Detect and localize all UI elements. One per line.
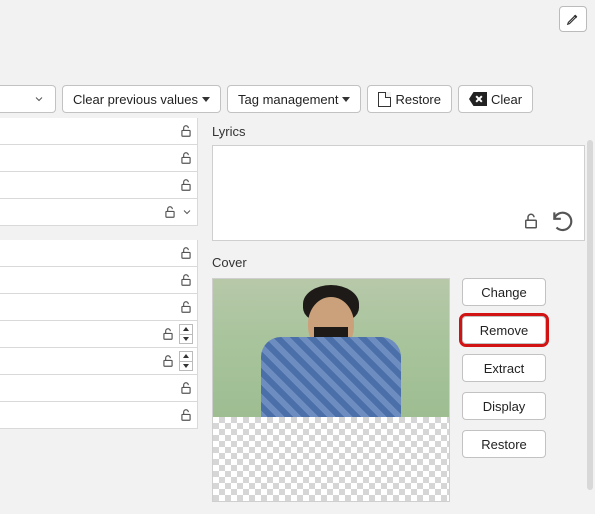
lock-open-icon[interactable]	[522, 212, 540, 230]
pencil-icon	[566, 12, 580, 26]
lock-open-icon[interactable]	[161, 327, 175, 341]
field-row[interactable]	[0, 348, 198, 375]
leading-dropdown[interactable]	[0, 85, 56, 113]
lock-open-icon[interactable]	[179, 124, 193, 138]
cover-label: Cover	[212, 255, 585, 270]
field-row[interactable]	[0, 172, 198, 199]
stepper[interactable]	[179, 324, 193, 344]
triangle-down-icon	[183, 364, 189, 368]
lyrics-textarea[interactable]	[212, 145, 585, 241]
caret-down-icon	[202, 97, 210, 102]
field-row[interactable]	[0, 402, 198, 429]
field-row[interactable]	[0, 375, 198, 402]
cover-remove-label: Remove	[480, 323, 528, 338]
cover-button-column: Change Remove Extract Display Restore	[462, 278, 546, 458]
clear-label: Clear	[491, 92, 522, 107]
stepper[interactable]	[179, 351, 193, 371]
field-row[interactable]	[0, 199, 198, 226]
lock-open-icon[interactable]	[163, 205, 177, 219]
undo-icon[interactable]	[550, 208, 576, 234]
cover-change-label: Change	[481, 285, 527, 300]
triangle-down-icon	[183, 337, 189, 341]
toolbar: Clear previous values Tag management Res…	[0, 85, 595, 113]
backspace-icon	[469, 92, 487, 106]
lock-open-icon[interactable]	[179, 246, 193, 260]
fields-column	[0, 118, 198, 514]
lock-open-icon[interactable]	[179, 300, 193, 314]
cover-remove-button[interactable]: Remove	[462, 316, 546, 344]
caret-down-icon	[342, 97, 350, 102]
restore-button[interactable]: Restore	[367, 85, 452, 113]
field-row[interactable]	[0, 118, 198, 145]
triangle-up-icon	[183, 327, 189, 331]
lock-open-icon[interactable]	[161, 354, 175, 368]
cover-change-button[interactable]: Change	[462, 278, 546, 306]
cover-extract-label: Extract	[484, 361, 524, 376]
lock-open-icon[interactable]	[179, 273, 193, 287]
transparency-area	[213, 417, 449, 501]
tag-management-label: Tag management	[238, 92, 338, 107]
document-icon	[378, 92, 391, 107]
field-row[interactable]	[0, 267, 198, 294]
cover-extract-button[interactable]: Extract	[462, 354, 546, 382]
edit-button[interactable]	[559, 6, 587, 32]
lock-open-icon[interactable]	[179, 151, 193, 165]
triangle-up-icon	[183, 354, 189, 358]
tag-management-button[interactable]: Tag management	[227, 85, 361, 113]
lock-open-icon[interactable]	[179, 381, 193, 395]
cover-display-label: Display	[483, 399, 526, 414]
cover-image	[213, 279, 449, 417]
clear-previous-values-label: Clear previous values	[73, 92, 198, 107]
field-row[interactable]	[0, 321, 198, 348]
restore-label: Restore	[395, 92, 441, 107]
field-row[interactable]	[0, 240, 198, 267]
cover-restore-button[interactable]: Restore	[462, 430, 546, 458]
lock-open-icon[interactable]	[179, 408, 193, 422]
cover-display-button[interactable]: Display	[462, 392, 546, 420]
chevron-down-icon	[33, 93, 45, 105]
chevron-down-icon[interactable]	[181, 206, 193, 218]
lyrics-label: Lyrics	[212, 124, 585, 139]
cover-preview	[212, 278, 450, 502]
field-row[interactable]	[0, 294, 198, 321]
clear-button[interactable]: Clear	[458, 85, 533, 113]
cover-restore-label: Restore	[481, 437, 527, 452]
vertical-scrollbar[interactable]	[587, 140, 593, 490]
lock-open-icon[interactable]	[179, 178, 193, 192]
clear-previous-values-button[interactable]: Clear previous values	[62, 85, 221, 113]
field-row[interactable]	[0, 145, 198, 172]
